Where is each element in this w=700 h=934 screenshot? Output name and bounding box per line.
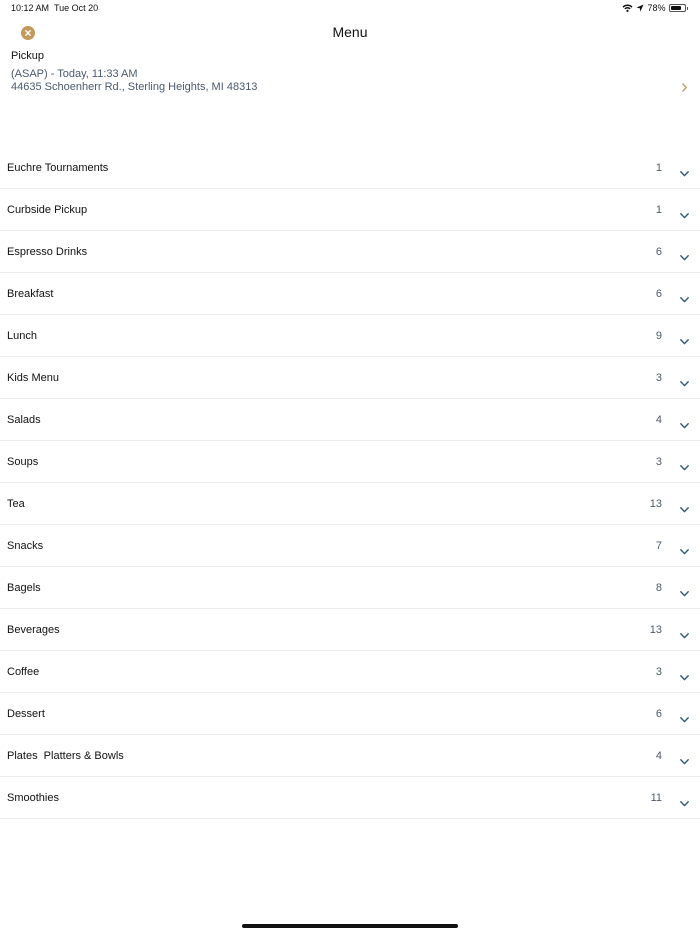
menu-category-label: Dessert	[7, 708, 45, 720]
menu-category-row[interactable]: Salads 4	[0, 399, 700, 441]
menu-category-row[interactable]: Dessert 6	[0, 693, 700, 735]
menu-category-count: 4	[655, 750, 662, 762]
chevron-down-icon[interactable]	[680, 248, 689, 266]
pickup-time: (ASAP) - Today, 11:33 AM	[11, 68, 138, 80]
menu-category-count: 13	[649, 624, 662, 636]
chevron-down-icon[interactable]	[680, 584, 689, 602]
menu-category-count: 1	[655, 162, 662, 174]
pickup-details-row[interactable]: Pickup (ASAP) - Today, 11:33 AM 44635 Sc…	[0, 46, 700, 102]
menu-category-row[interactable]: Bagels 8	[0, 567, 700, 609]
status-bar: 10:12 AM Tue Oct 20 78%	[0, 0, 700, 18]
menu-category-row[interactable]: Beverages 13	[0, 609, 700, 651]
menu-category-count: 6	[655, 246, 662, 258]
chevron-down-icon[interactable]	[680, 458, 689, 476]
chevron-down-icon[interactable]	[680, 794, 689, 812]
status-time: 10:12 AM	[11, 3, 50, 13]
menu-category-label: Espresso Drinks	[7, 246, 88, 258]
battery-icon	[668, 4, 686, 12]
chevron-down-icon[interactable]	[680, 416, 689, 434]
menu-category-count: 13	[649, 498, 662, 510]
menu-category-row[interactable]: Coffee 3	[0, 651, 700, 693]
menu-category-label: Snacks	[7, 540, 44, 552]
battery-tip	[686, 6, 688, 10]
menu-category-row[interactable]: Curbside Pickup 1	[0, 189, 700, 231]
menu-category-label: Lunch	[7, 330, 37, 342]
menu-category-row[interactable]: Plates Platters & Bowls 4	[0, 735, 700, 777]
pickup-label: Pickup	[11, 50, 45, 62]
menu-category-label: Soups	[7, 456, 39, 468]
menu-category-row[interactable]: Smoothies 11	[0, 777, 700, 819]
menu-category-label: Kids Menu	[7, 372, 59, 384]
status-indicators: 78%	[622, 3, 688, 13]
status-date: Tue Oct 20	[54, 3, 99, 13]
home-indicator[interactable]	[242, 924, 458, 928]
wifi-icon	[622, 4, 633, 12]
chevron-down-icon[interactable]	[680, 626, 689, 644]
menu-category-label: Smoothies	[7, 792, 59, 804]
page-title: Menu	[332, 24, 368, 40]
menu-category-label: Tea	[7, 498, 25, 510]
menu-category-label: Coffee	[7, 666, 40, 678]
chevron-down-icon[interactable]	[680, 710, 689, 728]
menu-category-label: Breakfast	[7, 288, 54, 300]
battery-percentage: 78%	[647, 3, 666, 13]
chevron-down-icon[interactable]	[680, 668, 689, 686]
pickup-address: 44635 Schoenherr Rd., Sterling Heights, …	[11, 81, 258, 93]
chevron-down-icon[interactable]	[680, 164, 689, 182]
menu-category-row[interactable]: Soups 3	[0, 441, 700, 483]
menu-category-row[interactable]: Euchre Tournaments 1	[0, 147, 700, 189]
battery-level	[670, 6, 681, 10]
menu-category-count: 4	[655, 414, 662, 426]
chevron-down-icon[interactable]	[680, 332, 689, 350]
menu-category-label: Plates Platters & Bowls	[7, 750, 124, 762]
chevron-down-icon[interactable]	[680, 290, 689, 308]
menu-screen: 10:12 AM Tue Oct 20 78% Menu Pickup (ASA…	[0, 0, 700, 934]
menu-category-count: 9	[655, 330, 662, 342]
menu-category-count: 3	[655, 666, 662, 678]
chevron-down-icon[interactable]	[680, 374, 689, 392]
chevron-down-icon[interactable]	[680, 542, 689, 560]
chevron-down-icon[interactable]	[680, 206, 689, 224]
menu-category-count: 3	[655, 372, 662, 384]
menu-category-list: Euchre Tournaments 1 Curbside Pickup 1 Espre…	[0, 147, 700, 819]
menu-category-count: 6	[655, 288, 662, 300]
menu-category-label: Curbside Pickup	[7, 204, 88, 216]
menu-category-count: 11	[650, 792, 662, 804]
menu-category-label: Bagels	[7, 582, 41, 594]
menu-category-label: Euchre Tournaments	[7, 162, 109, 174]
menu-category-row[interactable]: Tea 13	[0, 483, 700, 525]
menu-category-row[interactable]: Lunch 9	[0, 315, 700, 357]
menu-category-count: 1	[655, 204, 662, 216]
menu-category-row[interactable]: Kids Menu 3	[0, 357, 700, 399]
chevron-down-icon[interactable]	[680, 500, 689, 518]
chevron-right-icon	[682, 79, 687, 97]
chevron-down-icon[interactable]	[680, 752, 689, 770]
menu-category-count: 3	[655, 456, 662, 468]
menu-category-row[interactable]: Breakfast 6	[0, 273, 700, 315]
menu-category-row[interactable]: Snacks 7	[0, 525, 700, 567]
location-arrow-icon	[636, 4, 644, 12]
menu-category-count: 7	[655, 540, 662, 552]
menu-category-row[interactable]: Espresso Drinks 6	[0, 231, 700, 273]
menu-category-count: 8	[655, 582, 662, 594]
menu-category-label: Salads	[7, 414, 41, 426]
menu-category-count: 6	[655, 708, 662, 720]
menu-category-label: Beverages	[7, 624, 60, 636]
